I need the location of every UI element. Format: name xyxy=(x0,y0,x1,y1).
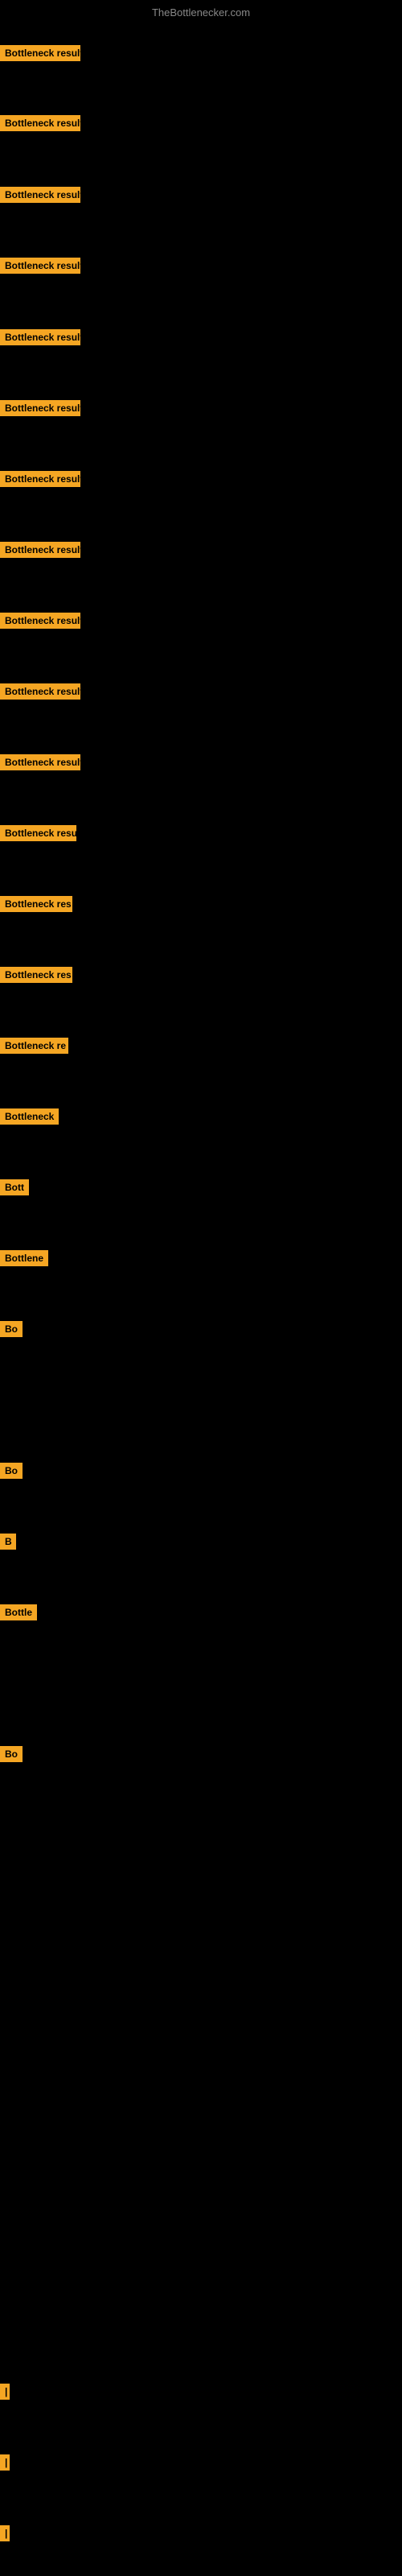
bottleneck-badge: Bottle xyxy=(0,1604,37,1620)
bottleneck-badge: Bottleneck result xyxy=(0,542,80,558)
bottleneck-badge: Bottleneck result xyxy=(0,329,80,345)
bottleneck-badge: Bottleneck result xyxy=(0,400,80,416)
bottleneck-badge: Bottleneck result xyxy=(0,471,80,487)
bottleneck-badge: Bottlene xyxy=(0,1250,48,1266)
bottleneck-badge: Bottleneck xyxy=(0,1108,59,1125)
bottleneck-badge: Bo xyxy=(0,1463,23,1479)
bottleneck-badge: Bottleneck result xyxy=(0,754,80,770)
bottleneck-badge: Bottleneck result xyxy=(0,613,80,629)
bottleneck-badge: Bottleneck result xyxy=(0,258,80,274)
bottleneck-badge: Bottleneck result xyxy=(0,187,80,203)
bottleneck-badge: | xyxy=(0,2384,10,2400)
bottleneck-badge: Bo xyxy=(0,1746,23,1762)
bottleneck-badge: Bottleneck re xyxy=(0,1038,68,1054)
bottleneck-badge: Bottleneck result xyxy=(0,683,80,700)
bottleneck-badge: B xyxy=(0,1534,16,1550)
bottleneck-badge: | xyxy=(0,2525,10,2541)
bottleneck-badge: | xyxy=(0,2454,10,2471)
bottleneck-badge: Bottleneck res xyxy=(0,896,72,912)
bottleneck-badge: Bottleneck res xyxy=(0,967,72,983)
bottleneck-badge: Bo xyxy=(0,1321,23,1337)
bottleneck-badge: Bottleneck resu xyxy=(0,825,76,841)
bottleneck-badge: Bottleneck result xyxy=(0,115,80,131)
bottleneck-badge: Bottleneck result xyxy=(0,45,80,61)
bottleneck-badge: Bott xyxy=(0,1179,29,1195)
site-title: TheBottlenecker.com xyxy=(0,6,402,19)
